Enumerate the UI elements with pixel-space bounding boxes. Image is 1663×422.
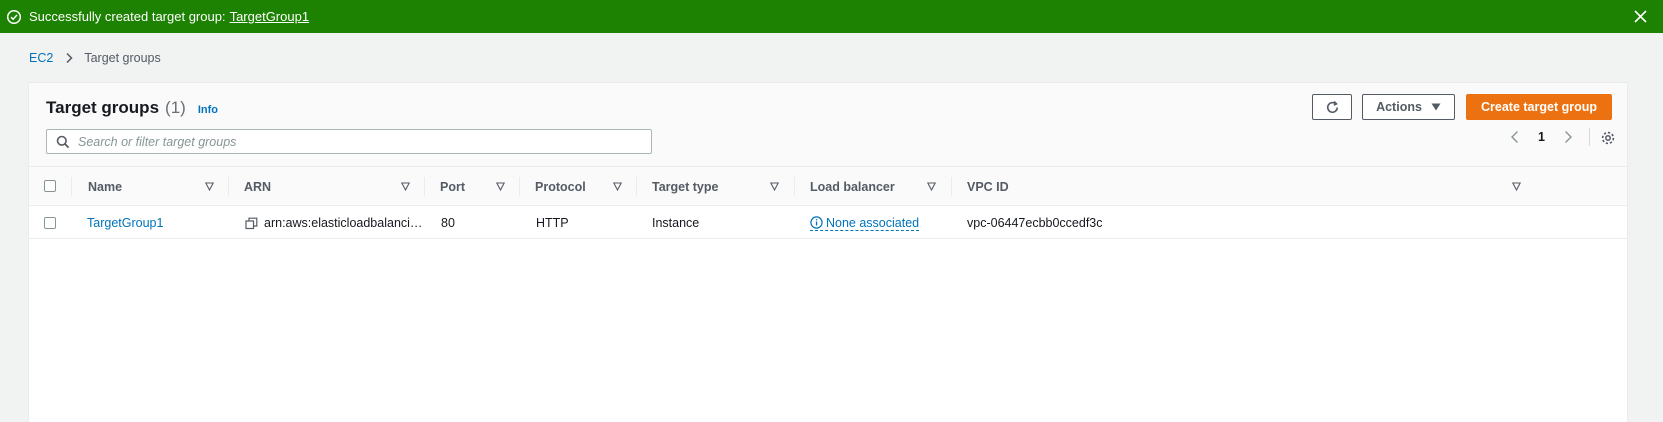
port-value: 80 [441, 216, 455, 230]
gear-icon[interactable] [1600, 130, 1616, 146]
chevron-left-icon[interactable] [1509, 130, 1521, 144]
flash-message: Successfully created target group: [29, 9, 226, 24]
actions-button[interactable]: Actions [1362, 94, 1455, 120]
column-divider [71, 177, 72, 196]
refresh-button[interactable] [1312, 94, 1352, 120]
copy-icon[interactable] [245, 217, 258, 230]
vpc-id-value: vpc-06447ecbb0ccedf3c [967, 216, 1103, 230]
column-divider [951, 177, 952, 196]
pagination: 1 [1509, 127, 1574, 147]
chevron-right-icon[interactable] [1562, 130, 1574, 144]
sort-icon[interactable] [401, 182, 410, 191]
sort-icon[interactable] [613, 182, 622, 191]
column-header-target-type[interactable]: Target type [652, 167, 718, 206]
breadcrumb-ec2-link[interactable]: EC2 [29, 51, 53, 65]
column-divider [228, 177, 229, 196]
column-header-port[interactable]: Port [440, 167, 465, 206]
target-type-value: Instance [652, 216, 700, 230]
load-balancer-text: None associated [826, 215, 920, 230]
row-checkbox[interactable] [44, 217, 56, 229]
actions-label: Actions [1376, 100, 1422, 114]
column-header-name[interactable]: Name [88, 167, 122, 206]
select-all-checkbox[interactable] [44, 180, 56, 192]
table-row[interactable]: TargetGroup1 arn:aws:elasticloadbalanci…… [29, 207, 1627, 239]
success-flash-banner: Successfully created target group: Targe… [0, 0, 1663, 33]
close-icon[interactable] [1632, 8, 1649, 25]
check-circle-icon [6, 9, 22, 25]
target-groups-panel: Target groups (1) Info Actions Create ta… [28, 82, 1628, 422]
page-title: Target groups (1) Info [46, 98, 218, 118]
column-divider [519, 177, 520, 196]
create-target-group-button[interactable]: Create target group [1466, 94, 1612, 120]
target-group-name-link[interactable]: TargetGroup1 [87, 216, 163, 230]
breadcrumb: EC2 Target groups [29, 51, 161, 65]
sort-icon[interactable] [496, 182, 505, 191]
column-header-vpc-id[interactable]: VPC ID [967, 167, 1009, 206]
table-header: Name ARN Port Protocol Target type Load … [29, 167, 1627, 206]
panel-header: Target groups (1) Info Actions Create ta… [29, 83, 1627, 167]
sort-icon[interactable] [1512, 182, 1521, 191]
breadcrumb-current: Target groups [84, 51, 161, 65]
info-circle-icon [810, 216, 823, 229]
column-header-arn[interactable]: ARN [244, 167, 271, 206]
column-header-load-balancer[interactable]: Load balancer [810, 167, 895, 206]
caret-down-icon [1431, 103, 1441, 111]
pager-divider [1589, 128, 1590, 146]
sort-icon[interactable] [927, 182, 936, 191]
load-balancer-link[interactable]: None associated [810, 215, 920, 231]
arn-value: arn:aws:elasticloadbalanci… [264, 216, 423, 230]
search-icon [56, 135, 70, 149]
sort-icon[interactable] [205, 182, 214, 191]
search-input[interactable] [78, 134, 618, 149]
column-divider [424, 177, 425, 196]
protocol-value: HTTP [536, 216, 569, 230]
column-divider [794, 177, 795, 196]
flash-target-group-link[interactable]: TargetGroup1 [230, 9, 310, 24]
title-count: (1) [165, 98, 186, 117]
column-header-protocol[interactable]: Protocol [535, 167, 586, 206]
page-number[interactable]: 1 [1538, 130, 1545, 144]
search-box[interactable] [46, 129, 652, 154]
refresh-icon [1325, 100, 1340, 115]
column-divider [636, 177, 637, 196]
chevron-right-icon [63, 52, 75, 64]
title-text: Target groups [46, 98, 160, 117]
info-link[interactable]: Info [198, 104, 218, 116]
sort-icon[interactable] [770, 182, 779, 191]
